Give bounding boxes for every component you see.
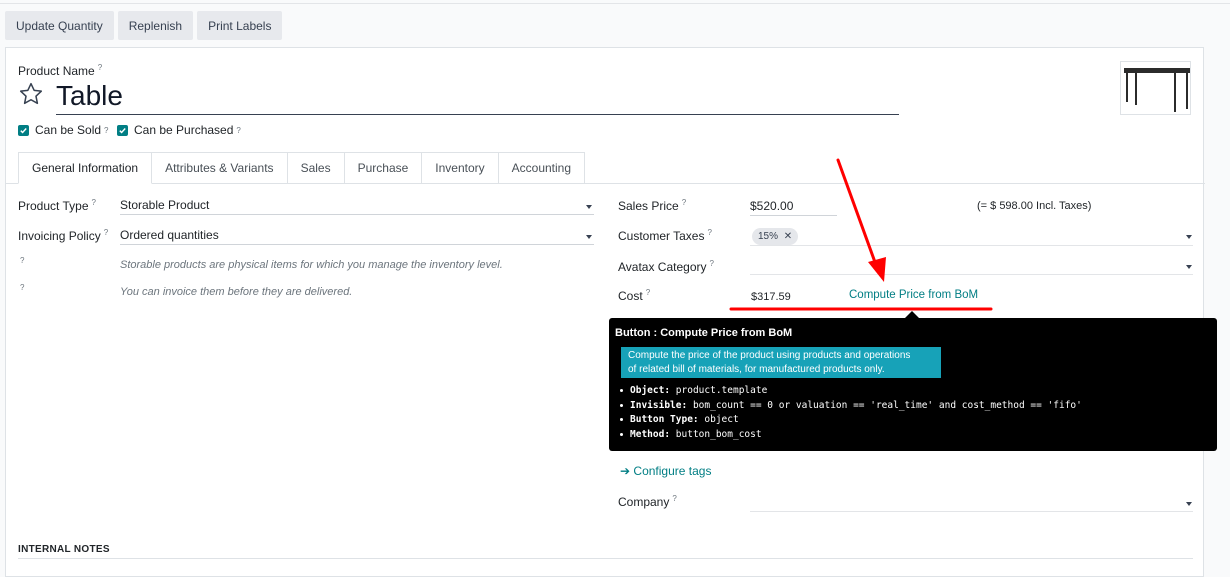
customer-taxes-field[interactable]	[750, 228, 1193, 246]
help-mark: ?	[20, 256, 25, 265]
debug-tooltip: Button : Compute Price from BoM Compute …	[609, 318, 1217, 451]
action-toolbar: Update Quantity Replenish Print Labels	[5, 11, 283, 40]
can-be-sold-label: Can be Sold	[35, 123, 102, 137]
invoicing-policy-label: Invoicing Policy?	[18, 228, 109, 243]
tab-sales[interactable]: Sales	[287, 152, 345, 184]
invoicing-policy-select[interactable]: Ordered quantities	[120, 227, 594, 245]
remove-tag-icon[interactable]: ✕	[784, 231, 792, 242]
configure-tags-link[interactable]: ➔ Configure tags	[620, 464, 711, 478]
tooltip-item: Button Type: object	[620, 413, 1082, 428]
tab-attributes-variants[interactable]: Attributes & Variants	[152, 152, 288, 184]
product-type-help-text: Storable products are physical items for…	[120, 259, 503, 271]
chevron-down-icon	[586, 235, 592, 239]
cost-value[interactable]: $317.59	[751, 291, 791, 303]
cost-label: Cost?	[618, 288, 651, 303]
checkbox-checked-icon	[117, 124, 128, 136]
avatax-category-label: Avatax Category?	[618, 259, 714, 274]
product-image[interactable]	[1120, 61, 1191, 115]
tooltip-item: Invisible: bom_count == 0 or valuation =…	[620, 399, 1082, 414]
tab-general-information[interactable]: General Information	[18, 152, 153, 184]
product-type-select[interactable]: Storable Product	[120, 197, 594, 215]
tab-accounting[interactable]: Accounting	[498, 152, 586, 184]
customer-taxes-label: Customer Taxes?	[618, 228, 712, 243]
favorite-star-icon[interactable]	[18, 81, 44, 110]
product-name-label: Product Name?	[18, 63, 103, 78]
form-tabs: General Information Attributes & Variant…	[18, 152, 586, 184]
checkbox-checked-icon	[18, 124, 29, 136]
sales-price-input[interactable]: $520.00	[750, 198, 837, 216]
tooltip-item: Method: button_bom_cost	[620, 428, 1082, 443]
arrow-right-icon: ➔	[620, 464, 631, 478]
company-select[interactable]	[750, 494, 1193, 512]
can-be-purchased-label: Can be Purchased	[134, 123, 234, 137]
invoicing-policy-help-text: You can invoice them before they are del…	[120, 286, 353, 298]
tooltip-arrow	[905, 311, 919, 318]
chevron-down-icon	[1186, 235, 1192, 239]
replenish-button[interactable]: Replenish	[117, 11, 194, 40]
print-labels-button[interactable]: Print Labels	[197, 11, 283, 40]
tooltip-details-list: Object: product.template Invisible: bom_…	[620, 384, 1082, 442]
internal-notes-divider	[18, 558, 1193, 559]
tooltip-item: Object: product.template	[620, 384, 1082, 399]
chevron-down-icon	[1186, 502, 1192, 506]
sales-price-label: Sales Price?	[618, 198, 687, 213]
compute-price-from-bom-button[interactable]: Compute Price from BoM	[849, 289, 978, 301]
product-form-sheet: Product Name? Table Can be Sold? Can be …	[5, 47, 1205, 577]
tab-purchase[interactable]: Purchase	[344, 152, 423, 184]
avatax-category-select[interactable]	[750, 257, 1193, 275]
update-quantity-button[interactable]: Update Quantity	[5, 11, 114, 40]
tab-inventory[interactable]: Inventory	[422, 152, 499, 184]
chevron-down-icon	[586, 205, 592, 209]
can-be-purchased-checkbox[interactable]: Can be Purchased?	[117, 123, 241, 137]
product-type-label: Product Type?	[18, 198, 96, 213]
tooltip-title: Button : Compute Price from BoM	[615, 327, 793, 339]
can-be-sold-checkbox[interactable]: Can be Sold?	[18, 123, 109, 137]
tooltip-description: Compute the price of the product using p…	[621, 347, 941, 378]
help-mark: ?	[20, 283, 25, 292]
incl-taxes-text: (= $ 598.00 Incl. Taxes)	[977, 200, 1092, 212]
chevron-down-icon	[1186, 265, 1192, 269]
company-label: Company?	[618, 494, 677, 509]
top-divider	[0, 3, 1230, 4]
product-name-input[interactable]: Table	[56, 78, 899, 115]
tax-tag[interactable]: 15% ✕	[752, 228, 799, 245]
internal-notes-label: INTERNAL NOTES	[18, 544, 110, 555]
